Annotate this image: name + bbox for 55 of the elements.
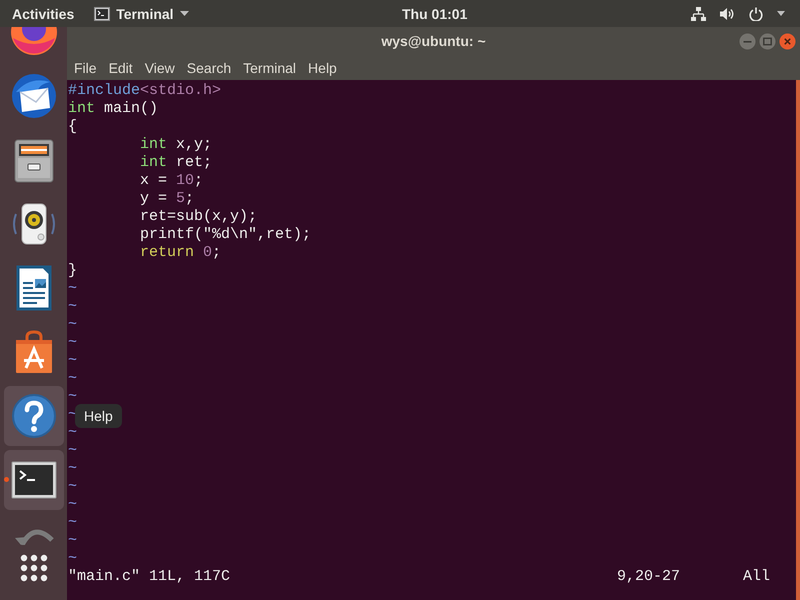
app-grid-icon[interactable] — [18, 553, 48, 583]
code-line: { — [68, 118, 78, 136]
empty-line-marker: ~ — [68, 352, 78, 370]
clock-button[interactable]: Thu 01:01 — [402, 4, 468, 22]
code-line: int ret; — [140, 154, 212, 172]
empty-line-marker: ~ — [68, 550, 78, 568]
minimize-icon[interactable] — [739, 32, 756, 50]
code-line: int main() — [68, 100, 158, 118]
menu-item[interactable]: View — [138, 58, 181, 76]
window-title: wys@ubuntu: ~ — [381, 32, 486, 50]
app-menu-button[interactable]: Terminal — [94, 4, 189, 22]
code-line: #include<stdio.h> — [68, 82, 222, 100]
envelope-icon[interactable] — [10, 72, 58, 120]
empty-line-marker: ~ — [68, 460, 78, 478]
code-line: } — [68, 262, 78, 280]
help-icon — [10, 392, 58, 440]
menu-item[interactable]: Terminal — [237, 58, 302, 76]
round-logo-icon[interactable] — [10, 27, 58, 56]
code-line: x = 10; — [140, 172, 204, 190]
empty-line-marker: ~ — [68, 334, 78, 352]
launcher-button[interactable] — [4, 386, 64, 446]
code-line: ret=sub(x,y); — [140, 208, 258, 226]
empty-line-marker: ~ — [68, 298, 78, 316]
empty-line-marker: ~ — [68, 532, 78, 550]
code-line: y = 5; — [140, 190, 194, 208]
empty-line-marker: ~ — [68, 496, 78, 514]
power-icon[interactable] — [749, 6, 763, 20]
menu-item[interactable]: Search — [180, 58, 238, 76]
empty-line-marker: ~ — [68, 370, 78, 388]
empty-line-marker: ~ — [68, 388, 78, 406]
empty-line-marker: ~ — [68, 316, 78, 334]
empty-line-marker: ~ — [68, 280, 78, 298]
status-message: "main.c" 11L, 117C — [68, 568, 230, 586]
network-icon[interactable] — [691, 6, 706, 20]
tooltip: Help — [75, 404, 122, 428]
close-icon[interactable] — [779, 32, 796, 50]
volume-icon[interactable] — [720, 6, 735, 20]
menu-item[interactable]: Edit — [102, 58, 139, 76]
code-line: return 0; — [140, 244, 222, 262]
code-line: int x,y; — [140, 136, 212, 154]
launcher-button[interactable] — [4, 450, 64, 510]
activities-button[interactable]: Activities — [12, 4, 74, 22]
menu-item[interactable]: Help — [302, 58, 343, 76]
code-line: printf("%d\n",ret); — [140, 226, 312, 244]
cursor-position: 9,20-27 — [617, 568, 680, 586]
maximize-icon[interactable] — [759, 32, 776, 50]
caret-icon[interactable] — [777, 11, 785, 16]
terminal-icon — [94, 6, 110, 20]
empty-line-marker: ~ — [68, 442, 78, 460]
empty-line-marker: ~ — [68, 478, 78, 496]
menu-item[interactable]: File — [68, 58, 103, 76]
empty-line-marker: ~ — [68, 514, 78, 532]
empty-line-marker: ~ — [68, 424, 78, 442]
scroll-position: All — [743, 568, 770, 586]
caret-icon — [180, 11, 189, 16]
